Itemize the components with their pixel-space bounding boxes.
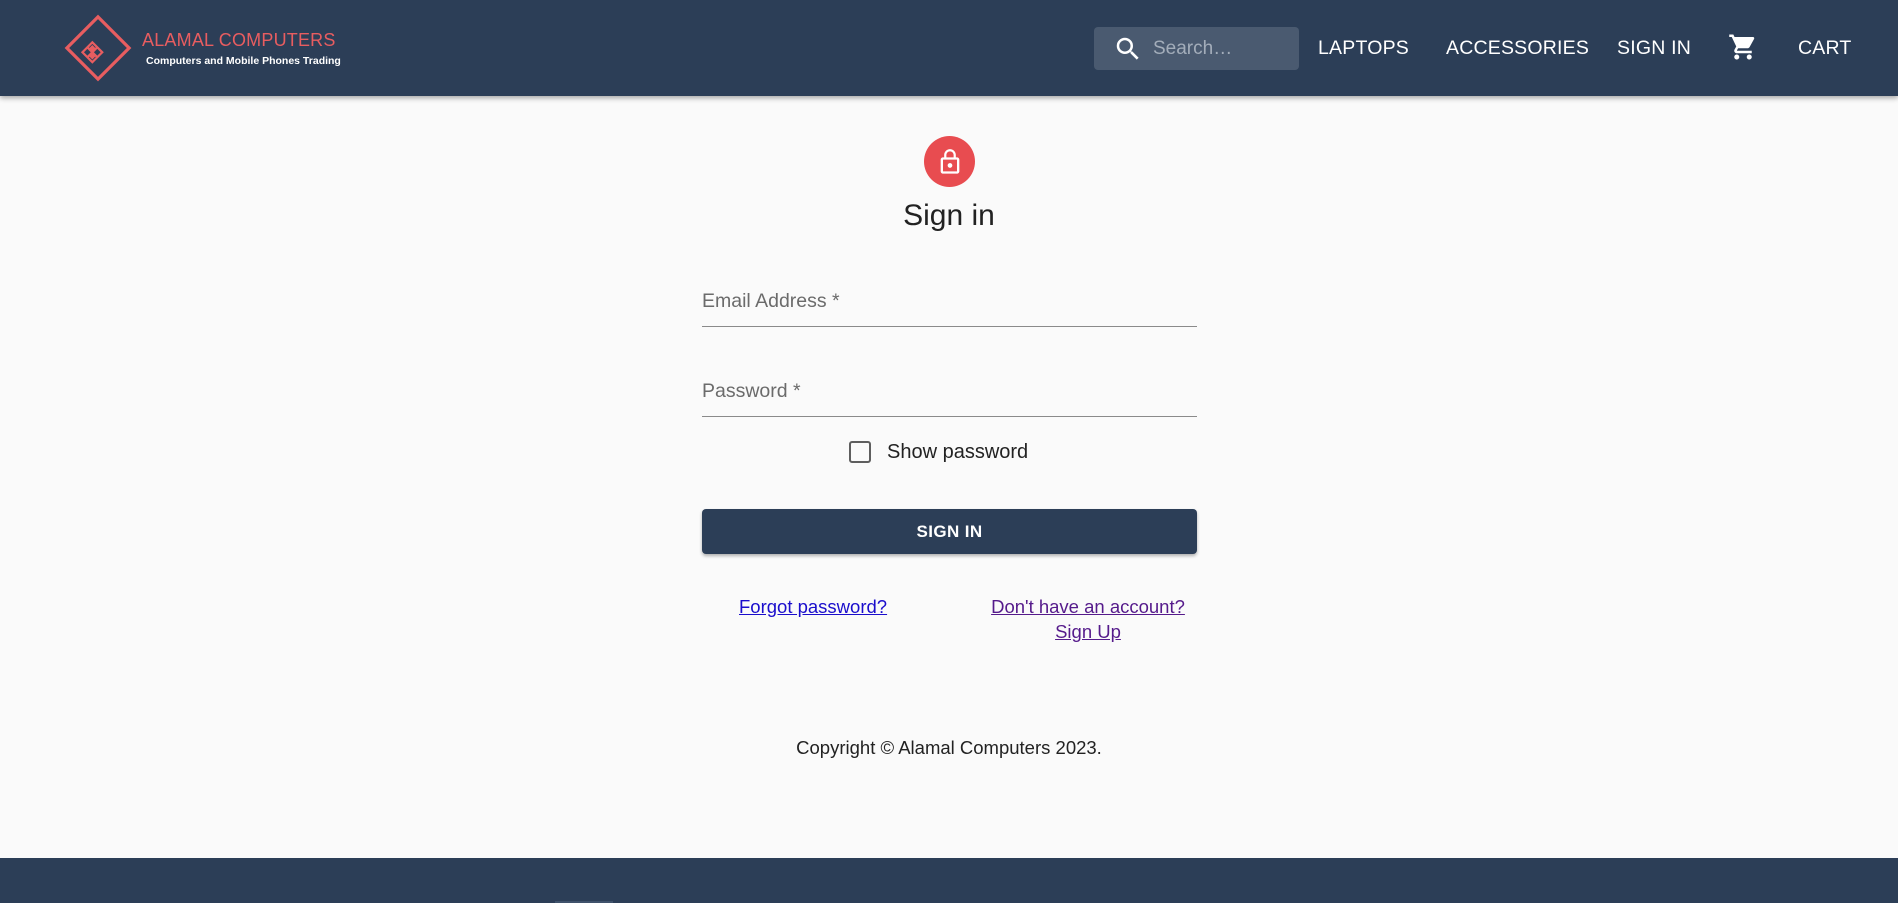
nav-laptops-link[interactable]: LAPTOPS [1318,33,1409,63]
email-input[interactable] [702,286,1197,324]
app-header: ALAMAL COMPUTERS Computers and Mobile Ph… [0,0,1898,96]
brand-tagline: Computers and Mobile Phones Trading [146,55,341,67]
search-box [1094,27,1299,70]
diamond-logo-icon [64,14,132,82]
show-password-toggle[interactable]: Show password [849,438,1028,466]
page-title: Sign in [903,199,995,232]
sign-up-link-line1: Don't have an account? [991,596,1185,617]
checkbox-unchecked-icon[interactable] [849,441,871,463]
password-field[interactable]: Password * [702,376,1197,417]
footer-bar [0,858,1898,903]
show-password-label: Show password [887,440,1029,463]
sign-in-button[interactable]: SIGN IN [702,509,1197,554]
nav-sign-in-link[interactable]: SIGN IN [1617,33,1691,63]
lock-icon [940,148,959,174]
search-icon [1116,37,1139,60]
forgot-password-link[interactable]: Forgot password? [739,594,887,619]
brand-home-link[interactable]: ALAMAL COMPUTERS Computers and Mobile Ph… [60,10,341,86]
brand-name: ALAMAL COMPUTERS [142,30,336,50]
email-field[interactable]: Email Address * [702,286,1197,327]
cart-icon[interactable] [1728,32,1758,62]
password-input[interactable] [702,376,1197,414]
nav-cart-link[interactable]: CART [1798,33,1852,63]
lock-avatar [924,136,975,187]
sign-up-link-line2: Sign Up [1055,621,1121,642]
sign-up-link[interactable]: Don't have an account? Sign Up [980,594,1196,644]
brand-text: ALAMAL COMPUTERS Computers and Mobile Ph… [142,29,341,67]
copyright-text: Copyright © Alamal Computers 2023. [796,737,1102,758]
search-input[interactable] [1153,37,1293,60]
nav-accessories-link[interactable]: ACCESSORIES [1446,33,1589,63]
